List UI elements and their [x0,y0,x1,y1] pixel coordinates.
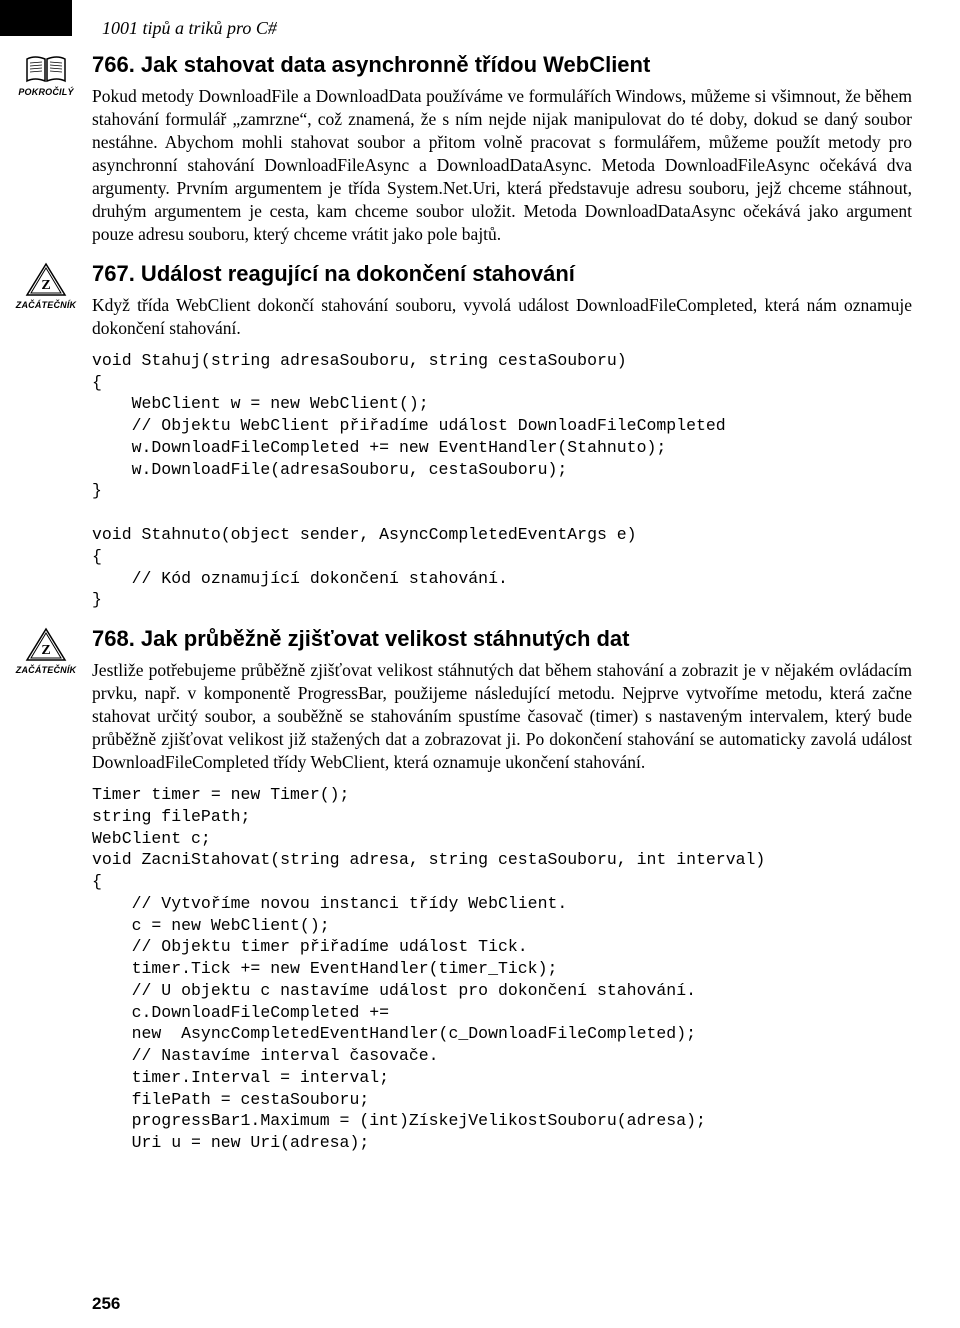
triangle-z-icon: Z [14,627,78,663]
tip-768-code: Timer timer = new Timer(); string filePa… [92,784,912,1154]
page-number: 256 [92,1294,120,1314]
thumb-tab [0,0,72,36]
tip-767-title: 767. Událost reagující na dokončení stah… [92,260,912,288]
level-icon-advanced: POKROČILÝ [14,53,78,97]
level-label: POKROČILÝ [14,87,78,97]
tip-768-title: 768. Jak průběžně zjišťovat velikost stá… [92,625,912,653]
level-label: ZAČÁTEČNÍK [14,300,78,310]
tip-767-body: Když třída WebClient dokončí stahování s… [92,294,912,340]
level-label: ZAČÁTEČNÍK [14,665,78,675]
running-head: 1001 tipů a triků pro C# [102,18,912,39]
tip-766-body: Pokud metody DownloadFile a DownloadData… [92,85,912,247]
tip-766-title: 766. Jak stahovat data asynchronně třído… [92,51,912,79]
tip-767: Z ZAČÁTEČNÍK 767. Událost reagující na d… [92,260,912,611]
tip-767-code: void Stahuj(string adresaSouboru, string… [92,350,912,611]
tip-768-body: Jestliže potřebujeme průběžně zjišťovat … [92,659,912,774]
page: 1001 tipů a triků pro C# POKROČILÝ [0,0,960,1328]
svg-text:Z: Z [41,643,50,658]
svg-text:Z: Z [41,278,50,293]
tip-768: Z ZAČÁTEČNÍK 768. Jak průběžně zjišťovat… [92,625,912,1154]
level-icon-beginner-2: Z ZAČÁTEČNÍK [14,627,78,675]
level-icon-beginner-1: Z ZAČÁTEČNÍK [14,262,78,310]
book-icon [14,53,78,85]
triangle-z-icon: Z [14,262,78,298]
tip-766: POKROČILÝ 766. Jak stahovat data asynchr… [92,51,912,246]
